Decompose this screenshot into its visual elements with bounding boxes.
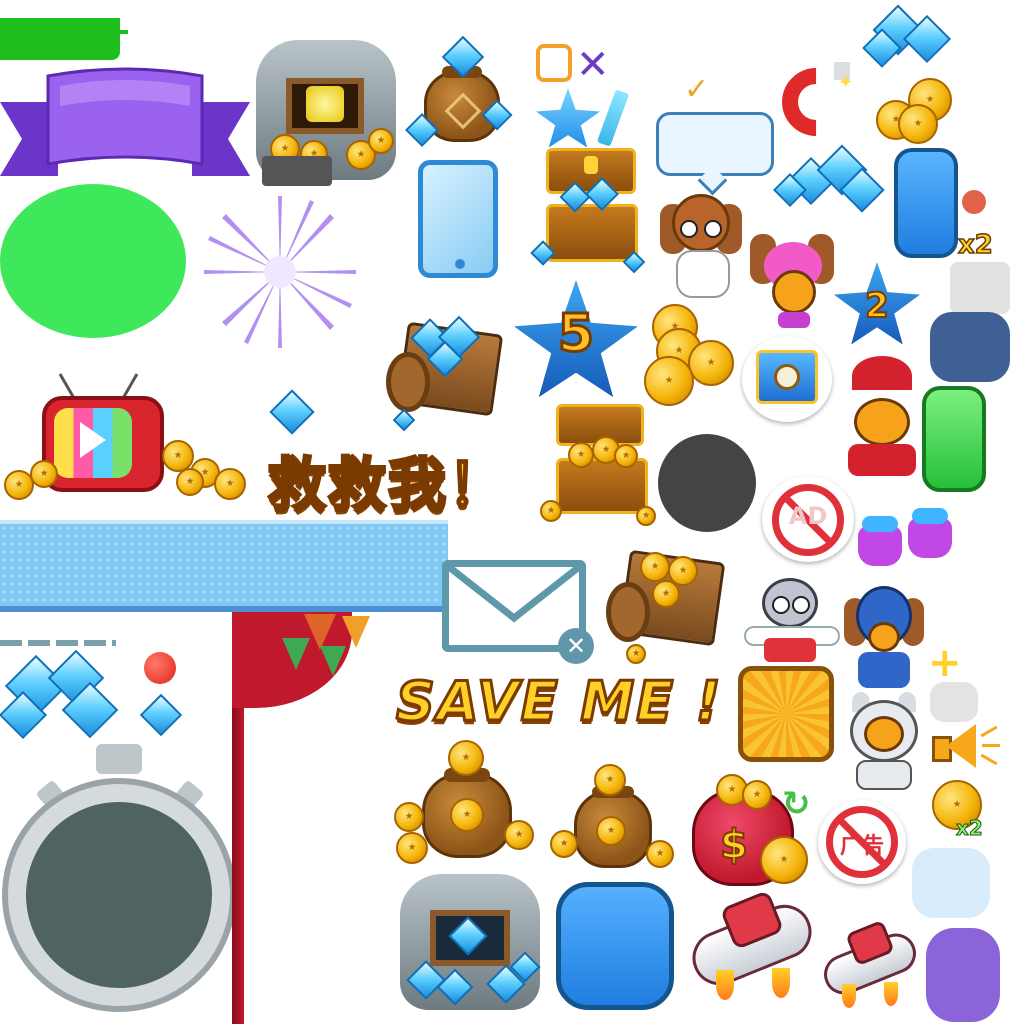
dollar-sign: $ [719,821,749,869]
curtain-icon [232,612,392,1024]
blue-dotted-panel [0,520,448,612]
blue-rounded-button[interactable] [894,148,958,258]
light-blue-tile [912,848,990,918]
save-me-cn-title: 救救我！ [266,450,509,521]
robot-character-icon [844,582,924,690]
diamond-chest-icon [530,146,650,274]
pencil-icon [596,89,630,147]
small-gem-icon [139,693,183,737]
phone-icon [418,160,498,278]
slate-tile [930,312,1010,382]
santa-character-icon [840,356,924,478]
coin-stack-icon [868,74,958,146]
jet-ship-icon [684,889,820,1008]
blue-star-icon [536,88,600,148]
green-bar-corner [118,30,128,34]
coin-bag-small-icon [546,760,686,876]
no-cn-label: 广告 [839,834,884,859]
multiplier-x2-b: x2 [956,816,984,841]
gold-cart-icon [596,530,732,664]
stopwatch-icon [0,744,240,1016]
green-progress-bar [0,18,120,60]
astronaut-character-icon [842,692,926,792]
gold-chest-icon [540,400,660,526]
close-icon[interactable]: ✕ [576,45,616,85]
dashed-line [0,640,116,646]
magnet-icon: ✦ [767,53,865,151]
save-me-en-title: SAVE ME ! [395,669,723,735]
coin-pile-icon [638,298,742,410]
gray-round-tile [930,682,978,722]
clock-chest-icon [742,336,832,422]
ice-cluster-icon [772,144,890,220]
gem-cluster-icon [0,649,130,746]
diamond-bag-icon [402,35,513,147]
ice-crystal-icon [860,2,960,72]
checkmark-icon: ✓ [684,72,710,107]
jet-ship-small-icon [818,919,922,1014]
level-star-2-number: 2 [864,285,890,327]
red-pin-icon [962,190,986,214]
pink-hair-character-icon [750,214,836,330]
no-cn-icon: 广告 [818,800,906,884]
clown-character-icon [740,574,840,664]
coin-bag-icon [392,732,542,866]
level-star-number: 5 [556,303,595,366]
purple-rounded-button[interactable] [926,928,1000,1022]
no-ad-icon: AD [762,476,854,562]
megaphone-icon [930,720,1000,776]
diamond-cart-icon [376,302,510,436]
multiplier-x2-a: x2 [957,229,993,261]
dark-circle [658,434,756,532]
no-ad-label: AD [788,502,828,530]
blue-square-button[interactable] [556,882,674,1010]
purple-burst-icon [204,196,356,348]
tv-ad-icon [0,368,270,506]
plus-sign: + [928,640,962,686]
square-frame-icon [536,44,572,82]
mail-error-icon: ✕ [442,556,602,666]
purple-ribbon-banner [0,67,250,176]
aviator-character-icon [656,190,746,298]
gem-icon [269,389,315,435]
money-bag-icon: $ ↻ [686,770,816,890]
green-circle [0,184,186,338]
diamond-mine-icon [392,870,548,1018]
orange-tile-button[interactable] [738,666,834,762]
gray-tile [950,262,1010,314]
green-rounded-button[interactable] [922,386,986,492]
speech-bubble-icon [656,112,774,176]
red-dot [144,652,176,684]
gold-mine-icon [250,36,402,190]
close-icon: ✕ [558,628,594,664]
jump-boots-icon [854,500,958,572]
